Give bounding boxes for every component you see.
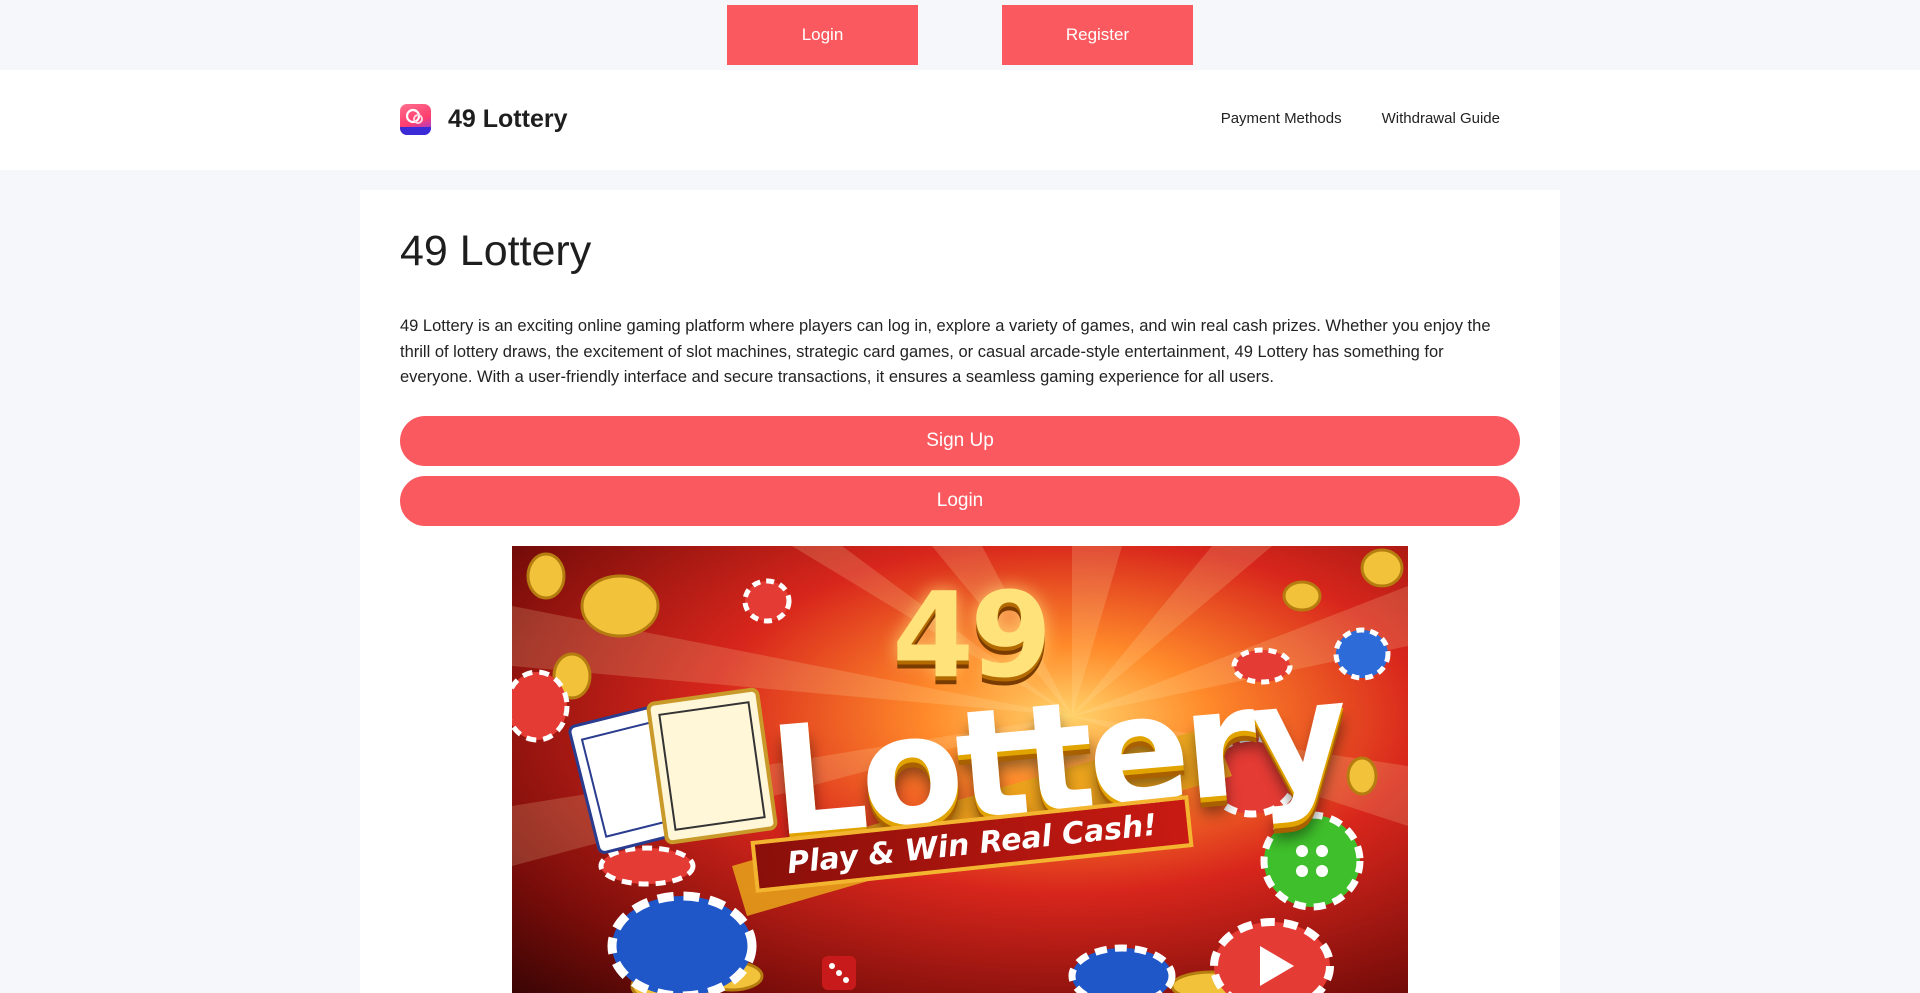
main-nav: Payment Methods Withdrawal Guide — [1221, 110, 1500, 127]
49lottery-logo-icon — [400, 104, 431, 135]
intro-paragraph: 49 Lottery is an exciting online gaming … — [400, 317, 1491, 386]
site-header: 49 Lottery Payment Methods Withdrawal Gu… — [0, 70, 1920, 170]
hero-banner: 49 Lottery Play & Win Real Cash! — [512, 546, 1408, 993]
top-register-button[interactable]: Register — [1002, 5, 1193, 65]
content-card: 49 Lottery 49 Lottery is an exciting onl… — [360, 190, 1560, 993]
top-login-button[interactable]: Login — [727, 5, 918, 65]
nav-payment-methods[interactable]: Payment Methods — [1221, 110, 1342, 127]
site-title: 49 Lottery — [448, 105, 568, 133]
nav-withdrawal-guide[interactable]: Withdrawal Guide — [1382, 110, 1500, 127]
page-title: 49 Lottery — [400, 227, 592, 275]
login-button[interactable]: Login — [400, 476, 1520, 526]
site-logo[interactable]: 49 Lottery — [400, 104, 567, 135]
sign-up-button[interactable]: Sign Up — [400, 416, 1520, 466]
auth-bar: Login Register — [0, 0, 1920, 70]
